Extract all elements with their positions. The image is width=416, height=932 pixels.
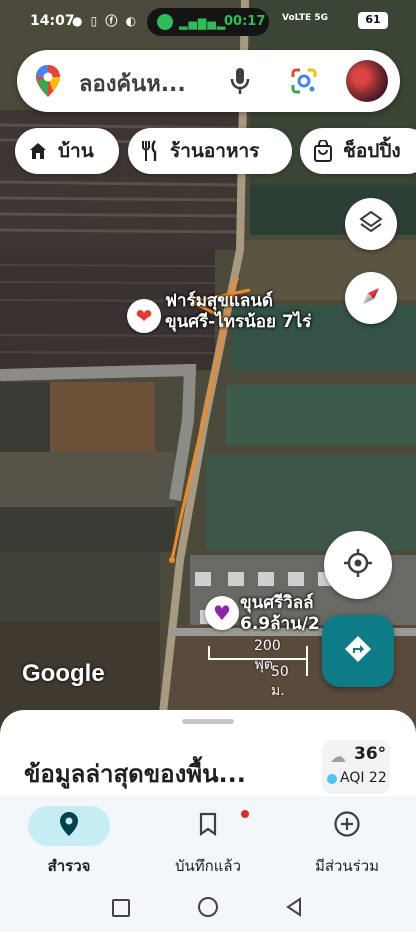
search-input[interactable]: ลองค้นห...: [79, 66, 186, 101]
network-indicator: VoLTE 5G: [282, 13, 328, 23]
audio-wave-icon: ▂▅▇▅▂: [179, 17, 227, 30]
google-lens-icon[interactable]: [289, 66, 319, 100]
directions-button[interactable]: [322, 615, 394, 687]
microphone-icon[interactable]: [229, 66, 251, 100]
directions-icon: [343, 634, 373, 668]
chip-label: ช็อปปิ้ง: [343, 140, 401, 162]
heart-icon: ❤: [135, 304, 153, 328]
heart-icon: ♥: [213, 601, 231, 625]
back-button[interactable]: [284, 897, 304, 917]
search-bar[interactable]: ลองค้นห...: [17, 50, 400, 112]
explore-pin-icon: [59, 811, 79, 841]
nav-label: บันทึกแล้ว: [174, 857, 242, 875]
nav-label: มีส่วนร่วม: [314, 857, 380, 875]
aqi-value: AQI 22: [340, 770, 387, 786]
sheet-title: ข้อมูลล่าสุดของพื้น...: [24, 760, 246, 788]
place-name: ขุนศรีวิลล์: [240, 593, 314, 613]
recent-apps-button[interactable]: [112, 899, 130, 917]
home-button[interactable]: [198, 897, 218, 917]
layers-button[interactable]: [345, 198, 397, 250]
call-duration: 00:17: [224, 14, 266, 29]
place-label-farm[interactable]: ฟาร์มสุขแลนด์ ขุนศรี-ไทรน้อย 7ไร่: [165, 291, 311, 333]
profile-avatar[interactable]: [346, 60, 388, 102]
place-name: ฟาร์มสุขแลนด์: [165, 291, 273, 311]
status-time: 14:07: [30, 13, 75, 29]
scale-bar: [208, 658, 308, 660]
heart-marker-red[interactable]: ❤: [127, 299, 161, 333]
battery-indicator: 61: [358, 12, 388, 29]
nav-icon-container: [28, 806, 110, 846]
status-notification-icons: ● ▯ ⓕ ◐: [72, 14, 139, 28]
nav-saved[interactable]: บันทึกแล้ว: [143, 806, 273, 878]
chip-shopping[interactable]: ช็อปปิ้ง: [300, 128, 416, 174]
system-navigation-bar: [0, 882, 416, 932]
scale-tick: [306, 646, 308, 676]
sheet-drag-handle[interactable]: [182, 719, 234, 724]
compass-button[interactable]: [345, 272, 397, 324]
shopping-bag-icon: [313, 140, 333, 162]
aqi-status-dot: [327, 774, 337, 784]
place-subtitle: 6.9ล้าน/2: [240, 614, 320, 634]
chip-label: บ้าน: [58, 140, 94, 162]
cloud-icon: ☁: [330, 747, 346, 766]
restaurant-icon: [140, 140, 160, 162]
bookmark-icon: [199, 812, 217, 840]
status-bar: 14:07 ● ▯ ⓕ ◐ ▂▅▇▅▂ 00:17 VoLTE 5G 61: [0, 0, 416, 44]
nav-icon-container: [306, 806, 388, 846]
home-icon: [28, 141, 48, 161]
google-logo: Google: [22, 660, 105, 687]
nav-label: สำรวจ: [47, 857, 91, 875]
layers-icon: [358, 209, 384, 239]
nav-explore[interactable]: สำรวจ: [4, 806, 134, 878]
ongoing-call-pill[interactable]: ▂▅▇▅▂ 00:17: [147, 8, 269, 36]
bottom-sheet[interactable]: ข้อมูลล่าสุดของพื้น... ☁ 36° AQI 22: [0, 710, 416, 810]
my-location-icon: [342, 547, 374, 583]
my-location-button[interactable]: [324, 531, 392, 599]
call-icon: [157, 14, 173, 30]
notification-dot: [241, 810, 249, 818]
nav-icon-container: [167, 806, 249, 846]
bottom-navigation: สำรวจ บันทึกแล้ว มีส่วนร่วม: [0, 796, 416, 882]
chip-label: ร้านอาหาร: [170, 140, 260, 162]
heart-marker-purple[interactable]: ♥: [205, 596, 239, 630]
add-circle-icon: [333, 810, 361, 842]
place-label-villa[interactable]: ขุนศรีวิลล์ 6.9ล้าน/2: [240, 593, 320, 635]
chip-restaurants[interactable]: ร้านอาหาร: [128, 128, 292, 174]
weather-widget[interactable]: ☁ 36° AQI 22: [322, 740, 390, 794]
compass-icon: [357, 282, 385, 314]
chip-home[interactable]: บ้าน: [15, 128, 119, 174]
google-maps-pin-icon: [35, 64, 61, 102]
nav-contribute[interactable]: มีส่วนร่วม: [282, 806, 412, 878]
temperature: 36°: [354, 744, 387, 764]
place-subtitle: ขุนศรี-ไทรน้อย 7ไร่: [165, 312, 312, 332]
scale-meters: 50 ม.: [271, 664, 289, 699]
